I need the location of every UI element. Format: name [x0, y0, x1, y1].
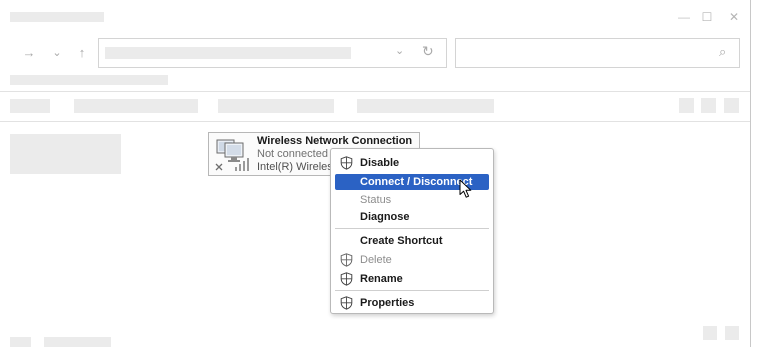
menu-item-label: Disable	[360, 157, 400, 169]
large-icons-view-button[interactable]	[725, 326, 739, 340]
recent-locations-icon[interactable]: ⌄	[49, 44, 65, 60]
command-bar-item-1[interactable]	[10, 99, 50, 113]
command-bar-item-2[interactable]	[74, 99, 198, 113]
menu-item-label: Delete	[360, 254, 392, 266]
menu-item-label: Create Shortcut	[360, 235, 443, 247]
command-bar-item-3[interactable]	[218, 99, 334, 113]
menu-separator	[335, 228, 489, 229]
shield-icon	[340, 272, 353, 286]
network-name: Wireless Network Connection	[257, 135, 413, 147]
window-right-border	[750, 0, 751, 347]
search-icon: ⌕	[719, 44, 727, 59]
details-view-button[interactable]	[703, 326, 717, 340]
address-path-placeholder	[105, 47, 351, 59]
address-dropdown-icon[interactable]: ⌄	[395, 44, 404, 57]
refresh-icon[interactable]: ↻	[422, 43, 434, 60]
maximize-button[interactable]: ☐	[692, 8, 722, 26]
menu-item-disable[interactable]: Disable	[335, 155, 489, 171]
breadcrumb-placeholder	[10, 75, 168, 85]
menu-item-diagnose[interactable]: Diagnose	[335, 209, 489, 225]
menu-item-label: Diagnose	[360, 211, 410, 223]
close-button[interactable]: ✕	[719, 8, 749, 26]
menu-item-label: Properties	[360, 297, 415, 309]
view-option-button-3[interactable]	[724, 98, 739, 113]
menu-item-label: Status	[360, 194, 392, 206]
shield-icon	[340, 253, 353, 267]
context-menu: Disable Connect / Disconnect Status Diag…	[330, 148, 494, 314]
mouse-cursor-icon	[459, 179, 472, 198]
up-icon[interactable]: ↑	[74, 44, 90, 60]
navigation-pane-placeholder	[10, 134, 121, 174]
toolbar-divider	[0, 91, 751, 92]
menu-item-create-shortcut[interactable]: Create Shortcut	[335, 233, 489, 249]
command-bar-item-4[interactable]	[357, 99, 494, 113]
menu-item-label: Connect / Disconnect	[360, 176, 473, 188]
forward-icon[interactable]: →	[21, 44, 37, 60]
menu-item-delete[interactable]: Delete	[335, 252, 489, 268]
menu-separator	[335, 290, 489, 291]
view-option-button-1[interactable]	[679, 98, 694, 113]
menu-item-label: Rename	[360, 273, 403, 285]
window-title-placeholder	[10, 12, 104, 22]
shield-icon	[340, 296, 353, 310]
status-bar-item-2	[44, 337, 111, 347]
command-bar-divider	[0, 121, 751, 122]
network-adapter-icon	[215, 139, 249, 171]
menu-item-properties[interactable]: Properties	[335, 295, 489, 311]
menu-item-rename[interactable]: Rename	[335, 271, 489, 287]
view-option-button-2[interactable]	[701, 98, 716, 113]
status-bar-item-1	[10, 337, 31, 347]
search-input[interactable]: ⌕	[455, 38, 740, 68]
shield-icon	[340, 156, 353, 170]
address-bar[interactable]: ⌄ ↻	[98, 38, 447, 68]
